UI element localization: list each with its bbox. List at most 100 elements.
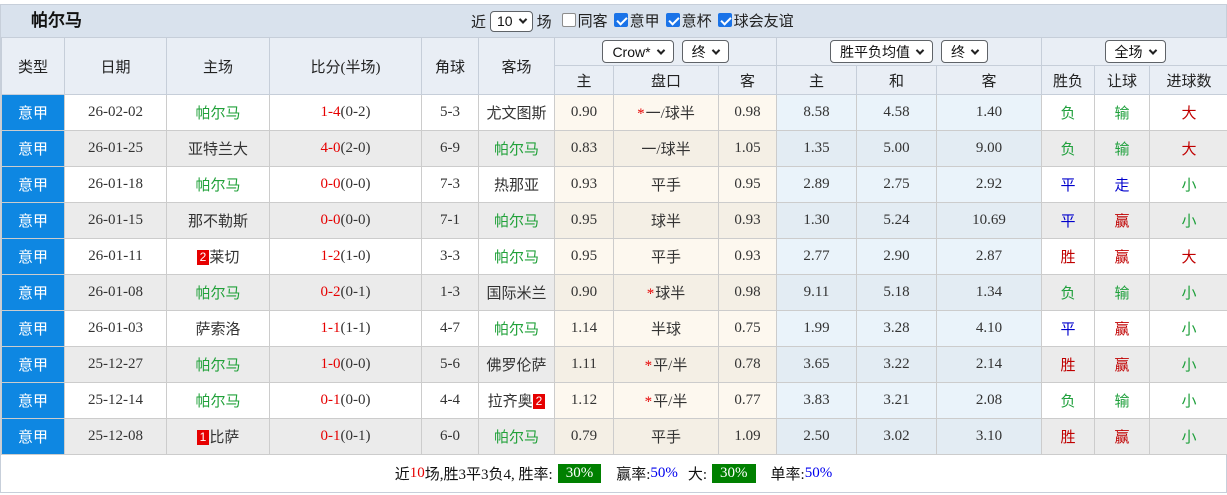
team-name: 帕尔马 [195, 106, 241, 122]
odds-away-cell: 0.98 [718, 274, 777, 311]
avg-odds-select[interactable]: 胜平负均值 [830, 40, 933, 63]
handicap-cell: *平/半 [613, 382, 719, 419]
team-name: 国际米兰 [486, 286, 547, 302]
table-header: 类型 日期 主场 比分(半场) 角球 客场 Crow* 终 胜平负均值 终 全场… [1, 37, 1227, 95]
team-name: 佛罗伦萨 [486, 358, 547, 374]
corner-cell: 6-0 [421, 418, 479, 455]
date-cell: 26-01-03 [64, 310, 167, 347]
away-team-cell: 拉齐奥 2 [478, 382, 555, 419]
col-header-score: 比分(半场) [269, 37, 422, 95]
team-name: 帕尔马 [493, 250, 539, 266]
corner-cell: 4-4 [421, 382, 479, 419]
odds-away-cell: 0.93 [718, 202, 777, 239]
league-cell: 意甲 [1, 202, 65, 239]
away-team-cell: 尤文图斯 [478, 94, 555, 131]
home-team-cell: 亚特兰大 [166, 130, 270, 167]
league-cell: 意甲 [1, 310, 65, 347]
handicap-cell: 球半 [613, 202, 719, 239]
avg-draw-cell: 4.58 [856, 94, 937, 131]
col-header-away: 客场 [478, 37, 555, 95]
half-time-score: (0-0) [340, 392, 371, 408]
handicap-result-cell: 输 [1094, 130, 1150, 167]
match-row: 意甲 26-01-03 萨索洛 1-1(1-1) 4-7 帕尔马 1.14 半球 0.75 1.9… [1, 310, 1227, 347]
team-name: 帕尔马 [493, 142, 539, 158]
avg-home-cell: 2.77 [776, 238, 857, 275]
sub-col-avg-draw: 和 [856, 65, 937, 95]
date-cell: 25-12-14 [64, 382, 167, 419]
handicap-cell: *一/球半 [613, 94, 719, 131]
handicap-result-cell: 赢 [1094, 310, 1150, 347]
team-recent-matches-panel: 帕尔马 近 10 场 同客意甲意杯球会友谊 类型 日期 主场 比分(半场) [0, 4, 1227, 493]
odds-away-cell: 0.93 [718, 238, 777, 275]
odds-home-cell: 0.95 [554, 202, 614, 239]
result-cell: 负 [1041, 94, 1095, 131]
away-team-cell: 佛罗伦萨 [478, 346, 555, 383]
avg-away-cell: 10.69 [936, 202, 1042, 239]
half-time-score: (0-2) [340, 104, 371, 120]
result-cell: 平 [1041, 202, 1095, 239]
odds-home-cell: 1.14 [554, 310, 614, 347]
bookmaker-select-value: Crow* [612, 43, 651, 60]
red-card-badge: 1 [196, 430, 210, 445]
score-cell: 1-1(1-1) [269, 310, 422, 347]
odds-home-cell: 0.93 [554, 166, 614, 203]
sub-col-odds-away: 客 [718, 65, 777, 95]
match-period-select[interactable]: 全场 [1104, 40, 1166, 63]
odds-away-cell: 0.95 [718, 166, 777, 203]
filter-bar: 近 10 场 同客 意甲 意杯 球会友谊 [471, 5, 794, 37]
full-time-score: 1-2 [320, 248, 341, 264]
handicap-result-cell: 赢 [1094, 418, 1150, 455]
score-cell: 1-2(1-0) [269, 238, 422, 275]
team-name: 比萨 [209, 430, 240, 446]
avg-draw-cell: 5.18 [856, 274, 937, 311]
recent-count-select[interactable]: 10 [490, 10, 533, 32]
team-name: 亚特兰大 [187, 142, 248, 158]
date-cell: 25-12-27 [64, 346, 167, 383]
odds-away-cell: 0.77 [718, 382, 777, 419]
avg-draw-cell: 3.28 [856, 310, 937, 347]
sub-col-avg-home: 主 [776, 65, 857, 95]
filter-checkbox[interactable]: 同客 [561, 10, 608, 31]
win-rate-badge: 30% [557, 464, 602, 483]
page-title: 帕尔马 [31, 11, 82, 30]
goals-cell: 小 [1148, 418, 1227, 455]
filter-checkbox[interactable]: 意杯 [665, 10, 712, 31]
col-header-date: 日期 [64, 37, 167, 95]
matches-table: 类型 日期 主场 比分(半场) 角球 客场 Crow* 终 胜平负均值 终 全场… [1, 37, 1227, 455]
avg-draw-cell: 3.22 [856, 346, 937, 383]
avg-stage-select[interactable]: 终 [941, 40, 988, 63]
corner-cell: 7-1 [421, 202, 479, 239]
checked-checkbox-icon[interactable] [613, 13, 628, 28]
bookmaker-select[interactable]: Crow* [602, 40, 674, 63]
goals-cell: 小 [1148, 166, 1227, 203]
full-time-score: 1-4 [320, 104, 341, 120]
league-cell: 意甲 [1, 94, 65, 131]
home-team-cell: 萨索洛 [166, 310, 270, 347]
odds-away-cell: 0.98 [718, 94, 777, 131]
recent-label: 近 [471, 14, 487, 31]
score-cell: 1-4(0-2) [269, 94, 422, 131]
team-name: 莱切 [209, 250, 240, 266]
unchecked-checkbox-icon[interactable] [561, 13, 576, 28]
score-cell: 0-0(0-0) [269, 166, 422, 203]
filter-checkbox[interactable]: 球会友谊 [717, 10, 794, 31]
team-name: 帕尔马 [493, 322, 539, 338]
filter-checkbox-label: 球会友谊 [733, 13, 794, 30]
team-name: 热那亚 [493, 178, 539, 194]
avg-home-cell: 3.65 [776, 346, 857, 383]
filter-checkbox[interactable]: 意甲 [613, 10, 660, 31]
checked-checkbox-icon[interactable] [717, 13, 732, 28]
handicap-result-cell: 走 [1094, 166, 1150, 203]
odds-stage-select[interactable]: 终 [681, 40, 729, 63]
top-bar: 帕尔马 近 10 场 同客 意甲 意杯 球会友谊 [1, 5, 1226, 37]
corner-cell: 7-3 [421, 166, 479, 203]
chevron-down-icon [1148, 45, 1157, 55]
match-period-select-value: 全场 [1114, 43, 1143, 60]
handicap-cell: 一/球半 [613, 130, 719, 167]
avg-odds-select-value: 胜平负均值 [840, 43, 910, 60]
checked-checkbox-icon[interactable] [665, 13, 680, 28]
date-cell: 25-12-08 [64, 418, 167, 455]
result-cell: 负 [1041, 274, 1095, 311]
avg-away-cell: 1.34 [936, 274, 1042, 311]
full-time-score: 1-0 [320, 356, 341, 372]
